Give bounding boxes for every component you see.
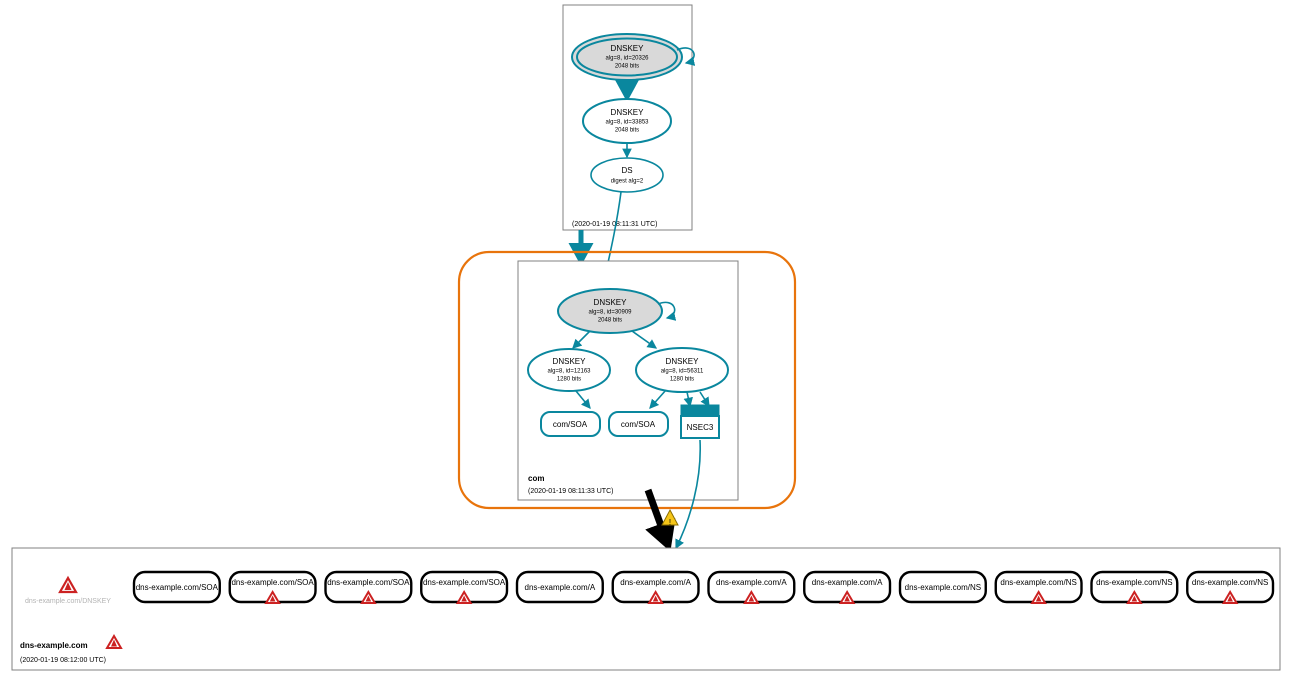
node-root-ds[interactable]: DS digest alg=2 [590,157,664,193]
node-com-zsk-1-size: 1280 bits [557,377,581,383]
node-com-zsk-2-alg: alg=8, id=56311 [661,369,704,375]
zone-timestamp-com: (2020-01-19 08:11:33 UTC) [528,488,613,495]
node-de-a-1-label: dns-example.com/A [525,583,596,592]
node-com-soa-2-label: com/SOA [621,420,656,429]
node-de-ns-2[interactable]: dns-example.com/NS [994,570,1083,604]
node-de-ns-1[interactable]: dns-example.com/NS [898,570,987,604]
node-com-nsec3[interactable]: NSEC3 [680,404,720,439]
node-com-zsk-1-alg: alg=8, id=12163 [547,369,591,375]
node-de-soa-2-label: dns-example.com/SOA [231,578,314,587]
node-de-soa-2[interactable]: dns-example.com/SOA [228,570,317,604]
node-dns-example-dnskey-label: dns-example.com/DNSKEY [25,598,111,605]
node-root-zsk-type: DNSKEY [611,108,645,117]
node-de-soa-3-label: dns-example.com/SOA [327,578,410,587]
node-de-ns-3[interactable]: dns-example.com/NS [1090,570,1179,604]
node-root-ds-digest: digest alg=2 [611,179,644,185]
node-com-soa-2[interactable]: com/SOA [608,411,669,437]
node-com-ksk-alg: alg=8, id=30909 [588,310,632,316]
node-de-ns-1-label: dns-example.com/NS [905,583,981,592]
node-de-a-4[interactable]: dns-example.com/A [803,570,892,604]
zone-border-dns-example [11,547,1281,671]
node-com-zsk-2[interactable]: DNSKEY alg=8, id=56311 1280 bits [635,347,729,393]
node-de-a-3-label: dns-example.com/A [716,578,787,587]
zone-timestamp-dns-example: (2020-01-19 08:12:00 UTC) [20,657,106,664]
zone-cluster-com[interactable]: DNSKEY alg=8, id=30909 2048 bits DNSKEY … [457,250,797,510]
node-de-ns-4-label: dns-example.com/NS [1192,578,1268,587]
dnssec-diagram: DNSKEY alg=8, id=20326 2048 bits DNSKEY … [0,0,1291,685]
node-de-a-2-label: dns-example.com/A [620,578,691,587]
node-root-ksk-size: 2048 bits [615,64,639,70]
node-de-a-4-label: dns-example.com/A [812,578,883,587]
node-com-zsk-2-size: 1280 bits [670,377,694,383]
node-root-ksk-alg: alg=8, id=20326 [605,56,649,62]
node-de-ns-2-label: dns-example.com/NS [1000,578,1076,587]
zone-cluster-dns-example[interactable]: dns-example.com/DNSKEY dns-example.com (… [11,547,1281,671]
node-de-ns-4[interactable]: dns-example.com/NS [1186,570,1275,604]
warning-exclamation-glyph: ! [669,518,671,527]
node-root-zsk-alg: alg=8, id=33853 [605,120,649,126]
node-com-zsk-2-type: DNSKEY [666,357,700,366]
dnssec-graph-canvas: DNSKEY alg=8, id=20326 2048 bits DNSKEY … [11,4,1281,671]
node-de-soa-1-label: dns-example.com/SOA [136,583,219,592]
node-de-a-1[interactable]: dns-example.com/A [515,570,604,604]
node-com-ksk-type: DNSKEY [594,298,628,307]
node-com-soa-1[interactable]: com/SOA [540,411,601,437]
node-root-zsk-size: 2048 bits [615,128,639,134]
node-de-soa-4-label: dns-example.com/SOA [423,578,506,587]
node-de-ns-3-label: dns-example.com/NS [1096,578,1172,587]
node-root-zsk[interactable]: DNSKEY alg=8, id=33853 2048 bits [582,98,672,144]
node-com-zsk-1-type: DNSKEY [553,357,587,366]
zone-name-dns-example: dns-example.com [20,641,88,650]
zone-name-com: com [528,474,544,483]
zone-cluster-root[interactable]: DNSKEY alg=8, id=20326 2048 bits DNSKEY … [562,4,696,231]
node-root-ds-type: DS [621,166,632,175]
delegation-warning-icon: ! [661,508,679,527]
node-de-soa-1[interactable]: dns-example.com/SOA [132,570,221,604]
node-com-ksk-size: 2048 bits [598,318,622,324]
node-de-soa-3[interactable]: dns-example.com/SOA [324,570,413,604]
node-de-soa-4[interactable]: dns-example.com/SOA [420,570,509,604]
node-de-a-3[interactable]: dns-example.com/A [707,570,796,604]
node-com-soa-1-label: com/SOA [553,420,588,429]
nsec3-stack-bar-edge [680,404,720,409]
node-com-zsk-1[interactable]: DNSKEY alg=8, id=12163 1280 bits [527,348,611,392]
node-root-ksk-type: DNSKEY [611,44,645,53]
node-com-nsec3-label: NSEC3 [687,423,714,432]
node-de-a-2[interactable]: dns-example.com/A [611,570,700,604]
